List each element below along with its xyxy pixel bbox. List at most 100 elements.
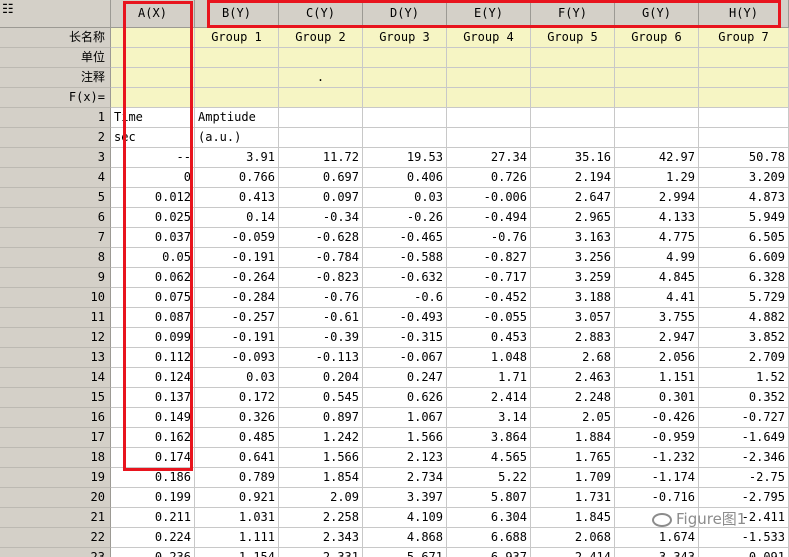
data-cell[interactable]: 42.97	[615, 148, 699, 168]
data-cell[interactable]: 1.111	[195, 528, 279, 548]
meta-cell[interactable]: Group 7	[699, 28, 789, 48]
row-number[interactable]: 12	[0, 328, 111, 348]
data-cell[interactable]: 0.921	[195, 488, 279, 508]
meta-cell[interactable]	[111, 68, 195, 88]
row-number[interactable]: 18	[0, 448, 111, 468]
data-cell[interactable]: 2.09	[279, 488, 363, 508]
data-cell[interactable]: -0.493	[363, 308, 447, 328]
column-header-c[interactable]: C(Y)	[279, 0, 363, 28]
data-cell[interactable]: 6.505	[699, 228, 789, 248]
data-cell[interactable]: 11.72	[279, 148, 363, 168]
data-cell[interactable]: -0.628	[279, 228, 363, 248]
data-cell[interactable]: 3.755	[615, 308, 699, 328]
data-cell[interactable]: 1.884	[531, 428, 615, 448]
data-cell[interactable]: 4.775	[615, 228, 699, 248]
meta-cell[interactable]	[363, 48, 447, 68]
data-cell[interactable]: 5.22	[447, 468, 531, 488]
data-cell[interactable]: 6.304	[447, 508, 531, 528]
data-cell[interactable]: 0.03	[195, 368, 279, 388]
data-cell[interactable]: -0.315	[363, 328, 447, 348]
data-cell[interactable]: 6.937	[447, 548, 531, 557]
data-cell[interactable]: 0.075	[111, 288, 195, 308]
data-cell[interactable]	[531, 128, 615, 148]
data-cell[interactable]: -0.26	[363, 208, 447, 228]
data-cell[interactable]: 6.328	[699, 268, 789, 288]
data-cell[interactable]	[699, 128, 789, 148]
row-number[interactable]: 5	[0, 188, 111, 208]
meta-row-label[interactable]: 注释	[0, 68, 111, 88]
data-cell[interactable]: -0.34	[279, 208, 363, 228]
data-cell[interactable]: 0.112	[111, 348, 195, 368]
data-cell[interactable]: -0.257	[195, 308, 279, 328]
data-cell[interactable]: 2.734	[363, 468, 447, 488]
meta-cell[interactable]	[195, 88, 279, 108]
data-cell[interactable]: 1.566	[363, 428, 447, 448]
data-cell[interactable]: 5.949	[699, 208, 789, 228]
row-number[interactable]: 7	[0, 228, 111, 248]
data-cell[interactable]: 5.807	[447, 488, 531, 508]
data-cell[interactable]: -2.795	[699, 488, 789, 508]
data-cell[interactable]: 1.048	[447, 348, 531, 368]
data-cell[interactable]: 3.14	[447, 408, 531, 428]
data-cell[interactable]: 2.123	[363, 448, 447, 468]
row-number[interactable]: 13	[0, 348, 111, 368]
row-number[interactable]: 4	[0, 168, 111, 188]
data-cell[interactable]: -1.174	[615, 468, 699, 488]
data-cell[interactable]: 2.883	[531, 328, 615, 348]
data-cell[interactable]: 3.057	[531, 308, 615, 328]
data-cell[interactable]: 1.845	[531, 508, 615, 528]
data-cell[interactable]: 4.99	[615, 248, 699, 268]
row-number[interactable]: 17	[0, 428, 111, 448]
data-cell[interactable]	[699, 108, 789, 128]
data-cell[interactable]: 0	[111, 168, 195, 188]
data-cell[interactable]: 3.91	[195, 148, 279, 168]
meta-cell[interactable]	[699, 88, 789, 108]
meta-row-label[interactable]: 单位	[0, 48, 111, 68]
data-cell[interactable]: -0.191	[195, 248, 279, 268]
meta-cell[interactable]	[615, 88, 699, 108]
data-cell[interactable]: 4.873	[699, 188, 789, 208]
meta-cell[interactable]	[615, 48, 699, 68]
data-cell[interactable]: 0.087	[111, 308, 195, 328]
data-cell[interactable]: 0.199	[111, 488, 195, 508]
data-cell[interactable]: 0.766	[195, 168, 279, 188]
data-cell[interactable]: 0.545	[279, 388, 363, 408]
data-cell[interactable]: -0.006	[447, 188, 531, 208]
data-cell[interactable]: 3.852	[699, 328, 789, 348]
data-cell[interactable]: 1.154	[195, 548, 279, 557]
data-cell[interactable]: 2.068	[531, 528, 615, 548]
data-cell[interactable]: -1.649	[699, 428, 789, 448]
data-cell[interactable]: 0.326	[195, 408, 279, 428]
data-cell[interactable]: -0.76	[447, 228, 531, 248]
data-cell[interactable]: 0.236	[111, 548, 195, 557]
data-cell[interactable]: -0.588	[363, 248, 447, 268]
data-cell[interactable]: 0.413	[195, 188, 279, 208]
column-header-a[interactable]: A(X)	[111, 0, 195, 28]
data-cell[interactable]: -0.093	[195, 348, 279, 368]
data-cell[interactable]: 4.133	[615, 208, 699, 228]
data-cell[interactable]: 2.709	[699, 348, 789, 368]
data-cell[interactable]: -0.827	[447, 248, 531, 268]
data-cell[interactable]: -2.346	[699, 448, 789, 468]
row-number[interactable]: 2	[0, 128, 111, 148]
data-cell[interactable]: 2.647	[531, 188, 615, 208]
data-cell[interactable]: 35.16	[531, 148, 615, 168]
data-cell[interactable]: 0.174	[111, 448, 195, 468]
data-cell[interactable]: 0.05	[111, 248, 195, 268]
meta-cell[interactable]	[195, 68, 279, 88]
data-cell[interactable]: sec	[111, 128, 195, 148]
data-cell[interactable]: 1.854	[279, 468, 363, 488]
data-cell[interactable]	[279, 108, 363, 128]
data-cell[interactable]	[615, 128, 699, 148]
meta-cell[interactable]: Group 5	[531, 28, 615, 48]
meta-cell[interactable]: Group 2	[279, 28, 363, 48]
data-cell[interactable]: 0.062	[111, 268, 195, 288]
data-cell[interactable]: 2.05	[531, 408, 615, 428]
data-cell[interactable]: 0.247	[363, 368, 447, 388]
data-cell[interactable]: -0.055	[447, 308, 531, 328]
meta-cell[interactable]	[531, 88, 615, 108]
data-cell[interactable]: -0.6	[363, 288, 447, 308]
data-cell[interactable]: 50.78	[699, 148, 789, 168]
column-header-g[interactable]: G(Y)	[615, 0, 699, 28]
row-number[interactable]: 16	[0, 408, 111, 428]
